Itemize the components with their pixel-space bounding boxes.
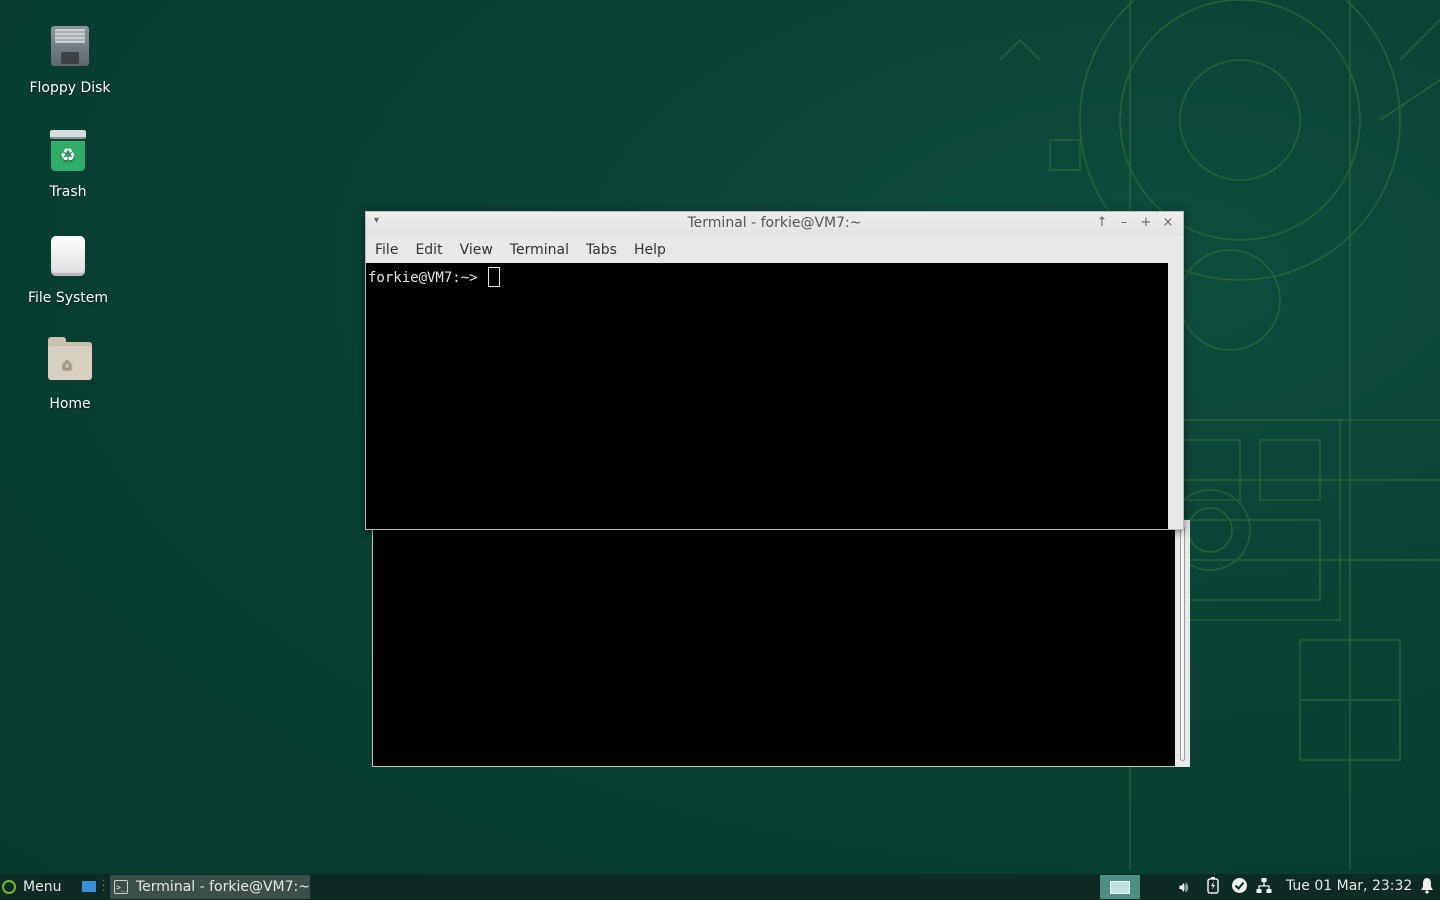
close-button[interactable]: × [1159, 214, 1177, 232]
desktop-icon-label: Trash [49, 184, 87, 200]
raise-window-button[interactable]: ↑ [1093, 214, 1111, 232]
maximize-button[interactable]: + [1137, 214, 1155, 232]
desktop: Floppy Disk ♻ Trash File System ⌂ Home ▾… [0, 0, 1440, 900]
power-icon[interactable] [1207, 877, 1219, 898]
updates-check-icon[interactable] [1231, 877, 1248, 898]
text-cursor [488, 267, 501, 287]
network-icon[interactable] [1256, 877, 1272, 898]
shell-prompt: forkie@VM7:~> [368, 270, 487, 286]
terminal-scrollbar[interactable] [1175, 520, 1190, 767]
terminal-scrollbar-track[interactable] [1168, 263, 1183, 529]
drive-icon [44, 236, 92, 284]
menu-help[interactable]: Help [625, 242, 674, 258]
window-titlebar[interactable]: ▾ Terminal - forkie@VM7:~ ↑ – + × [366, 212, 1183, 236]
desktop-icon-file-system[interactable]: File System [8, 232, 128, 306]
taskbar: Menu · · · >_ Terminal - forkie@VM7:~ 🔊︎ T… [0, 874, 1440, 900]
desktop-icon-label: Home [49, 396, 91, 412]
show-desktop-icon[interactable] [82, 881, 96, 892]
taskbar-task-terminal[interactable]: >_ Terminal - forkie@VM7:~ [110, 875, 310, 899]
desktop-icon-label: File System [27, 290, 109, 306]
notifications-bell-icon[interactable] [1420, 877, 1434, 898]
menu-terminal[interactable]: Terminal [501, 242, 577, 258]
terminal-redraw-area [372, 527, 1176, 767]
task-title: Terminal - forkie@VM7:~ [136, 879, 310, 895]
clock[interactable]: Tue 01 Mar, 23:32 [1286, 878, 1412, 894]
menu-view[interactable]: View [451, 242, 501, 258]
menu-label: Menu [23, 879, 62, 895]
workspace-switcher[interactable] [1100, 875, 1140, 899]
window-title: Terminal - forkie@VM7:~ [687, 215, 862, 231]
workspace-1[interactable] [1110, 881, 1130, 894]
separator-handle: · · · [102, 876, 106, 897]
trash-icon: ♻ [44, 130, 92, 178]
desktop-icon-label: Floppy Disk [29, 80, 111, 96]
home-folder-icon: ⌂ [46, 337, 94, 390]
desktop-icon-home[interactable]: ⌂ Home [10, 336, 130, 412]
scrollbar-thumb[interactable] [1180, 526, 1185, 761]
terminal-window[interactable]: ▾ Terminal - forkie@VM7:~ ↑ – + × File E… [365, 211, 1184, 530]
volume-icon[interactable]: 🔊︎ [1179, 878, 1188, 896]
menu-file[interactable]: File [366, 242, 406, 258]
floppy-disk-icon [46, 26, 94, 74]
application-menu-button[interactable]: Menu [2, 874, 61, 900]
terminal-icon: >_ [114, 880, 128, 894]
menu-bar: File Edit View Terminal Tabs Help [366, 236, 1183, 263]
prompt-line: forkie@VM7:~> [368, 267, 501, 287]
menu-tabs[interactable]: Tabs [577, 242, 625, 258]
menu-edit[interactable]: Edit [406, 242, 450, 258]
terminal-output[interactable]: forkie@VM7:~> [366, 263, 1168, 529]
minimize-button[interactable]: – [1115, 214, 1133, 232]
desktop-icon-floppy-disk[interactable]: Floppy Disk [10, 22, 130, 96]
opensuse-logo-icon [2, 880, 16, 894]
desktop-icon-trash[interactable]: ♻ Trash [8, 128, 128, 200]
